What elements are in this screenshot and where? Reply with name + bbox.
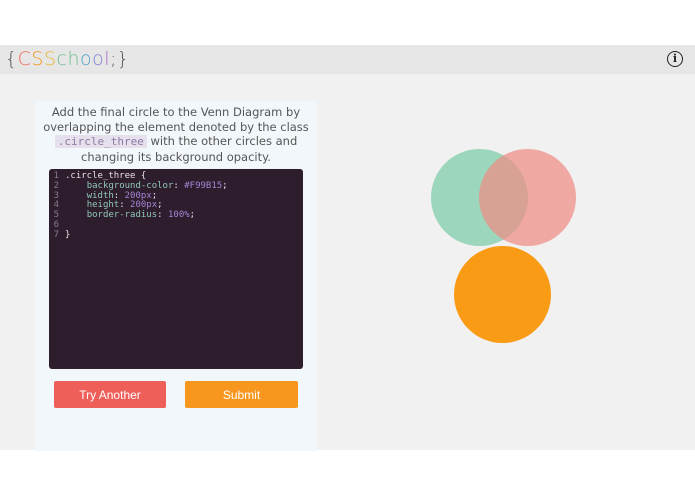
logo-part: C [17, 48, 32, 70]
logo-part: S [31, 48, 44, 70]
info-icon[interactable]: i [667, 51, 683, 67]
try-another-button[interactable]: Try Another [54, 381, 166, 408]
css-property: border-radius [86, 210, 158, 221]
code-editor[interactable]: 1 .circle_three { 2 background-color: #F9… [49, 169, 303, 369]
instructions: Add the final circle to the Venn Diagram… [40, 105, 312, 164]
css-value: 100% [167, 210, 190, 221]
logo-part: o [92, 48, 105, 70]
logo: {CSSchool;} [5, 48, 130, 70]
line-number: 7 [53, 229, 59, 240]
logo-part: { [5, 48, 18, 70]
circle-three [454, 246, 551, 343]
circle-two [479, 149, 576, 246]
code-line: 6 [49, 220, 303, 231]
challenge-panel: Add the final circle to the Venn Diagram… [35, 101, 317, 451]
class-name-code: .circle_three [54, 135, 147, 148]
logo-part: S [43, 48, 57, 70]
logo-part: ;} [110, 48, 130, 70]
css-value: 200px [124, 190, 152, 201]
css-value: 200px [130, 200, 158, 211]
code-line: 7} [49, 229, 303, 241]
app-window: {CSSchool;} i Add the final circle to th… [0, 45, 695, 451]
css-property: height [86, 200, 120, 211]
top-bar: {CSSchool;} i [0, 45, 695, 74]
code-close-brace: } [65, 229, 71, 240]
instructions-text-before: Add the final circle to the Venn Diagram… [43, 105, 309, 134]
submit-button[interactable]: Submit [185, 381, 298, 408]
code-selector: .circle_three { [65, 171, 147, 181]
logo-part: ch [56, 48, 80, 70]
logo-part: o [80, 48, 93, 70]
css-value: #F99B15 [184, 180, 223, 191]
css-property: width [86, 190, 114, 201]
css-property: background-color [86, 180, 174, 191]
code-line: 5 border-radius: 100%; [49, 210, 303, 221]
